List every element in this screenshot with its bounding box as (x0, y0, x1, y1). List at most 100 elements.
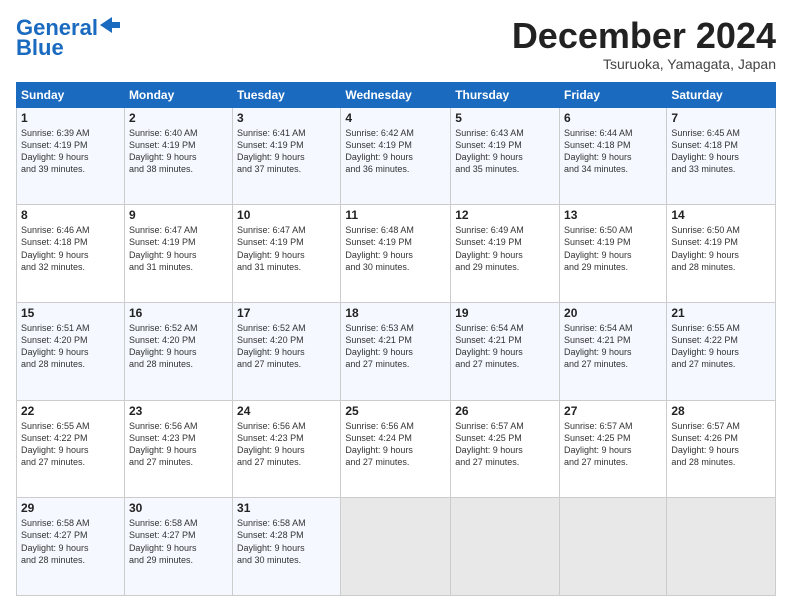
day-number: 24 (237, 404, 336, 418)
table-row: 4 Sunrise: 6:42 AMSunset: 4:19 PMDaylight… (341, 107, 451, 205)
day-number: 1 (21, 111, 120, 125)
day-info: Sunrise: 6:48 AMSunset: 4:19 PMDaylight:… (345, 224, 446, 273)
day-info: Sunrise: 6:55 AMSunset: 4:22 PMDaylight:… (671, 322, 771, 371)
day-number: 28 (671, 404, 771, 418)
day-number: 6 (564, 111, 662, 125)
day-info: Sunrise: 6:47 AMSunset: 4:19 PMDaylight:… (129, 224, 228, 273)
day-number: 26 (455, 404, 555, 418)
col-friday: Friday (560, 82, 667, 107)
day-info: Sunrise: 6:49 AMSunset: 4:19 PMDaylight:… (455, 224, 555, 273)
table-row: 21 Sunrise: 6:55 AMSunset: 4:22 PMDayligh… (667, 302, 776, 400)
location-subtitle: Tsuruoka, Yamagata, Japan (512, 56, 776, 72)
day-number: 5 (455, 111, 555, 125)
day-info: Sunrise: 6:56 AMSunset: 4:24 PMDaylight:… (345, 420, 446, 469)
month-title: December 2024 (512, 16, 776, 56)
table-row: 31 Sunrise: 6:58 AMSunset: 4:28 PMDayligh… (233, 498, 341, 596)
calendar-header-row: Sunday Monday Tuesday Wednesday Thursday… (17, 82, 776, 107)
day-info: Sunrise: 6:57 AMSunset: 4:25 PMDaylight:… (564, 420, 662, 469)
day-number: 7 (671, 111, 771, 125)
day-info: Sunrise: 6:50 AMSunset: 4:19 PMDaylight:… (671, 224, 771, 273)
day-info: Sunrise: 6:58 AMSunset: 4:27 PMDaylight:… (129, 517, 228, 566)
table-row: 10 Sunrise: 6:47 AMSunset: 4:19 PMDayligh… (233, 205, 341, 303)
table-row: 17 Sunrise: 6:52 AMSunset: 4:20 PMDayligh… (233, 302, 341, 400)
title-block: December 2024 Tsuruoka, Yamagata, Japan (512, 16, 776, 72)
table-row: 23 Sunrise: 6:56 AMSunset: 4:23 PMDayligh… (124, 400, 232, 498)
table-row: 14 Sunrise: 6:50 AMSunset: 4:19 PMDayligh… (667, 205, 776, 303)
day-number: 16 (129, 306, 228, 320)
day-info: Sunrise: 6:43 AMSunset: 4:19 PMDaylight:… (455, 127, 555, 176)
table-row: 30 Sunrise: 6:58 AMSunset: 4:27 PMDayligh… (124, 498, 232, 596)
day-info: Sunrise: 6:53 AMSunset: 4:21 PMDaylight:… (345, 322, 446, 371)
day-info: Sunrise: 6:44 AMSunset: 4:18 PMDaylight:… (564, 127, 662, 176)
day-number: 30 (129, 501, 228, 515)
day-info: Sunrise: 6:47 AMSunset: 4:19 PMDaylight:… (237, 224, 336, 273)
table-row: 26 Sunrise: 6:57 AMSunset: 4:25 PMDayligh… (451, 400, 560, 498)
day-number: 3 (237, 111, 336, 125)
day-number: 17 (237, 306, 336, 320)
page: General Blue December 2024 Tsuruoka, Yam… (0, 0, 792, 612)
table-row: 19Sunrise: 6:54 AMSunset: 4:21 PMDayligh… (451, 302, 560, 400)
calendar-table: Sunday Monday Tuesday Wednesday Thursday… (16, 82, 776, 596)
table-row: 5 Sunrise: 6:43 AMSunset: 4:19 PMDaylight… (451, 107, 560, 205)
day-info: Sunrise: 6:58 AMSunset: 4:27 PMDaylight:… (21, 517, 120, 566)
day-number: 27 (564, 404, 662, 418)
table-row: 18 Sunrise: 6:53 AMSunset: 4:21 PMDayligh… (341, 302, 451, 400)
table-row: 28Sunrise: 6:57 AMSunset: 4:26 PMDayligh… (667, 400, 776, 498)
day-number: 14 (671, 208, 771, 222)
day-number: 8 (21, 208, 120, 222)
day-info: Sunrise: 6:55 AMSunset: 4:22 PMDaylight:… (21, 420, 120, 469)
day-info: Sunrise: 6:54 AMSunset: 4:21 PMDaylight:… (564, 322, 662, 371)
day-number: 9 (129, 208, 228, 222)
calendar-week-row: 22 Sunrise: 6:55 AMSunset: 4:22 PMDayligh… (17, 400, 776, 498)
day-number: 2 (129, 111, 228, 125)
table-row: 13 Sunrise: 6:50 AMSunset: 4:19 PMDayligh… (560, 205, 667, 303)
day-number: 10 (237, 208, 336, 222)
table-row: 6 Sunrise: 6:44 AMSunset: 4:18 PMDaylight… (560, 107, 667, 205)
day-info: Sunrise: 6:58 AMSunset: 4:28 PMDaylight:… (237, 517, 336, 566)
table-row: 27 Sunrise: 6:57 AMSunset: 4:25 PMDayligh… (560, 400, 667, 498)
day-info: Sunrise: 6:40 AMSunset: 4:19 PMDaylight:… (129, 127, 228, 176)
table-row: 2 Sunrise: 6:40 AMSunset: 4:19 PMDaylight… (124, 107, 232, 205)
table-row: 24Sunrise: 6:56 AMSunset: 4:23 PMDayligh… (233, 400, 341, 498)
calendar-week-row: 15Sunrise: 6:51 AMSunset: 4:20 PMDayligh… (17, 302, 776, 400)
day-info: Sunrise: 6:39 AMSunset: 4:19 PMDaylight:… (21, 127, 120, 176)
table-row: 8 Sunrise: 6:46 AMSunset: 4:18 PMDaylight… (17, 205, 125, 303)
table-row: 16 Sunrise: 6:52 AMSunset: 4:20 PMDayligh… (124, 302, 232, 400)
day-number: 15 (21, 306, 120, 320)
calendar-week-row: 8 Sunrise: 6:46 AMSunset: 4:18 PMDaylight… (17, 205, 776, 303)
table-row: 25 Sunrise: 6:56 AMSunset: 4:24 PMDayligh… (341, 400, 451, 498)
logo-arrow-icon (100, 17, 120, 33)
day-info: Sunrise: 6:46 AMSunset: 4:18 PMDaylight:… (21, 224, 120, 273)
table-row: 12Sunrise: 6:49 AMSunset: 4:19 PMDayligh… (451, 205, 560, 303)
table-row: 7 Sunrise: 6:45 AMSunset: 4:18 PMDaylight… (667, 107, 776, 205)
table-row: 11Sunrise: 6:48 AMSunset: 4:19 PMDayligh… (341, 205, 451, 303)
table-row: 20Sunrise: 6:54 AMSunset: 4:21 PMDayligh… (560, 302, 667, 400)
day-info: Sunrise: 6:42 AMSunset: 4:19 PMDaylight:… (345, 127, 446, 176)
day-number: 4 (345, 111, 446, 125)
day-number: 21 (671, 306, 771, 320)
calendar-week-row: 1 Sunrise: 6:39 AMSunset: 4:19 PMDaylight… (17, 107, 776, 205)
day-number: 22 (21, 404, 120, 418)
day-number: 13 (564, 208, 662, 222)
day-number: 23 (129, 404, 228, 418)
day-number: 29 (21, 501, 120, 515)
day-info: Sunrise: 6:52 AMSunset: 4:20 PMDaylight:… (237, 322, 336, 371)
table-row: 3Sunrise: 6:41 AMSunset: 4:19 PMDaylight… (233, 107, 341, 205)
calendar-body: 1 Sunrise: 6:39 AMSunset: 4:19 PMDaylight… (17, 107, 776, 595)
day-info: Sunrise: 6:45 AMSunset: 4:18 PMDaylight:… (671, 127, 771, 176)
table-row (560, 498, 667, 596)
day-info: Sunrise: 6:54 AMSunset: 4:21 PMDaylight:… (455, 322, 555, 371)
day-info: Sunrise: 6:57 AMSunset: 4:25 PMDaylight:… (455, 420, 555, 469)
col-monday: Monday (124, 82, 232, 107)
day-info: Sunrise: 6:56 AMSunset: 4:23 PMDaylight:… (129, 420, 228, 469)
col-sunday: Sunday (17, 82, 125, 107)
day-number: 18 (345, 306, 446, 320)
table-row (667, 498, 776, 596)
day-info: Sunrise: 6:52 AMSunset: 4:20 PMDaylight:… (129, 322, 228, 371)
col-thursday: Thursday (451, 82, 560, 107)
col-saturday: Saturday (667, 82, 776, 107)
day-number: 25 (345, 404, 446, 418)
day-number: 31 (237, 501, 336, 515)
day-info: Sunrise: 6:50 AMSunset: 4:19 PMDaylight:… (564, 224, 662, 273)
table-row: 15Sunrise: 6:51 AMSunset: 4:20 PMDayligh… (17, 302, 125, 400)
